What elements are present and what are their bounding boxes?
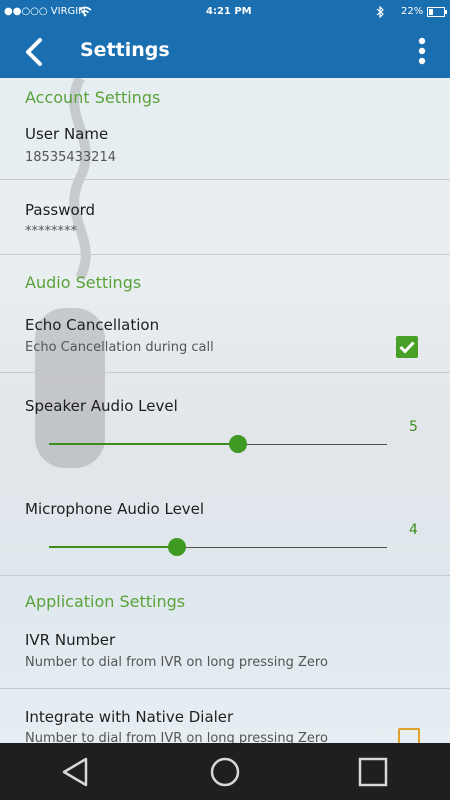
speaker-slider-thumb[interactable] <box>229 435 248 453</box>
microphone-slider-thumb[interactable] <box>168 538 187 556</box>
recents-square-icon[interactable] <box>356 755 390 789</box>
microphone-audio-slider[interactable] <box>49 538 387 556</box>
status-bar: ●●○○○ VIRGIN 4:21 PM 22% <box>0 0 450 25</box>
speaker-audio-level-label: Speaker Audio Level <box>25 397 178 415</box>
app-bar: Settings <box>0 25 450 78</box>
settings-list[interactable]: Account Settings User Name 18535433214 P… <box>0 78 450 743</box>
native-dialer-description: Number to dial from IVR on long pressing… <box>25 731 328 743</box>
divider <box>0 688 450 689</box>
bluetooth-icon <box>376 6 384 18</box>
username-label: User Name <box>25 125 109 143</box>
more-vert-icon[interactable] <box>412 37 432 67</box>
wifi-icon <box>78 6 92 17</box>
status-time: 4:21 PM <box>206 6 252 17</box>
ivr-number-description: Number to dial from IVR on long pressing… <box>25 655 328 670</box>
username-value[interactable]: 18535433214 <box>25 150 116 165</box>
back-triangle-icon[interactable] <box>59 755 93 789</box>
divider <box>0 179 450 180</box>
microphone-audio-level-label: Microphone Audio Level <box>25 500 205 518</box>
divider <box>0 575 450 576</box>
speaker-audio-level-value: 5 <box>409 419 418 435</box>
password-label: Password <box>25 201 96 219</box>
carrier-label: ●●○○○ VIRGIN <box>4 6 86 17</box>
speaker-audio-slider[interactable] <box>49 435 387 453</box>
battery-label: 22% <box>401 6 424 17</box>
echo-cancellation-checkbox[interactable] <box>396 336 418 358</box>
checkmark-icon <box>399 341 415 354</box>
section-audio-settings: Audio Settings <box>25 273 142 292</box>
echo-cancellation-label: Echo Cancellation <box>25 316 160 334</box>
divider <box>0 372 450 373</box>
microphone-audio-level-value: 4 <box>409 522 418 538</box>
native-dialer-label: Integrate with Native Dialer <box>25 708 234 726</box>
battery-icon <box>427 7 447 17</box>
system-nav-bar <box>0 743 450 800</box>
section-account-settings: Account Settings <box>25 88 161 107</box>
microphone-slider-fill <box>49 546 178 548</box>
divider <box>0 254 450 255</box>
password-value[interactable]: ******** <box>25 224 77 239</box>
section-application-settings: Application Settings <box>25 592 186 611</box>
ivr-number-label: IVR Number <box>25 631 116 649</box>
speaker-slider-fill <box>49 443 239 445</box>
page-title: Settings <box>80 39 170 61</box>
arrow-back-icon[interactable] <box>22 37 52 67</box>
home-circle-icon[interactable] <box>208 755 242 789</box>
echo-cancellation-description: Echo Cancellation during call <box>25 340 214 355</box>
native-dialer-checkbox[interactable] <box>398 728 420 743</box>
